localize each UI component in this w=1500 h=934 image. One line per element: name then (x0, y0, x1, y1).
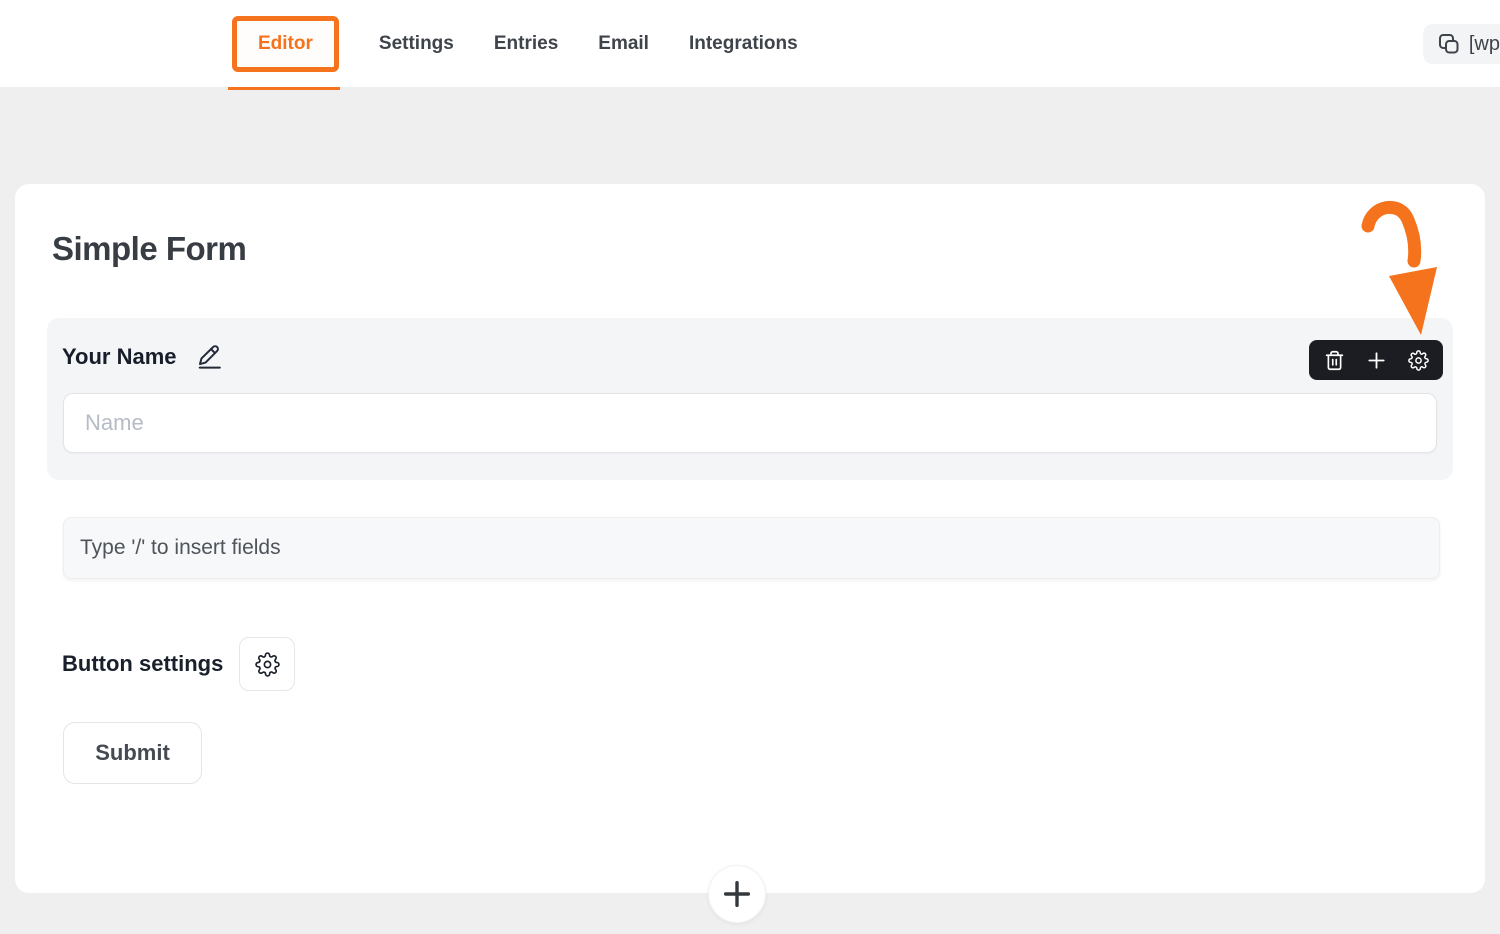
plus-icon (720, 877, 754, 911)
pencil-icon (196, 342, 224, 370)
tab-editor[interactable]: Editor (258, 33, 313, 55)
block-toolbar (1309, 340, 1443, 380)
gear-icon (255, 652, 280, 677)
name-field-block[interactable]: Your Name (47, 318, 1453, 480)
plus-icon (1365, 349, 1388, 372)
submit-button[interactable]: Submit (63, 722, 202, 784)
editor-tab-highlight-box: Editor (232, 16, 339, 72)
form-editor-card: Simple Form Your Name (15, 184, 1485, 893)
name-field-input[interactable] (63, 393, 1437, 453)
edit-label-button[interactable] (194, 340, 226, 372)
delete-block-button[interactable] (1313, 340, 1355, 380)
copy-icon (1437, 32, 1461, 56)
button-settings-row: Button settings (62, 637, 295, 691)
shortcode-copy-button[interactable]: [wp (1423, 24, 1500, 64)
active-tab-underline (228, 87, 340, 90)
tab-entries[interactable]: Entries (494, 33, 558, 55)
add-field-button[interactable] (1355, 340, 1397, 380)
tab-email[interactable]: Email (598, 33, 649, 55)
shortcode-text: [wp (1469, 33, 1500, 56)
tab-bar: Editor Settings Entries Email Integratio… (232, 0, 798, 87)
trash-icon (1324, 350, 1345, 371)
block-settings-button[interactable] (1397, 340, 1439, 380)
add-block-fab[interactable] (708, 865, 766, 923)
tab-integrations[interactable]: Integrations (689, 33, 798, 55)
button-settings-gear-button[interactable] (239, 637, 295, 691)
button-settings-label: Button settings (62, 651, 223, 677)
form-title: Simple Form (52, 230, 246, 268)
top-nav: Editor Settings Entries Email Integratio… (0, 0, 1500, 87)
gear-icon (1408, 350, 1429, 371)
tab-settings[interactable]: Settings (379, 33, 454, 55)
insert-fields-input[interactable] (63, 517, 1440, 579)
tab-editor-wrap: Editor (232, 16, 339, 72)
editor-canvas: Simple Form Your Name (0, 87, 1500, 934)
field-label: Your Name (62, 344, 177, 370)
